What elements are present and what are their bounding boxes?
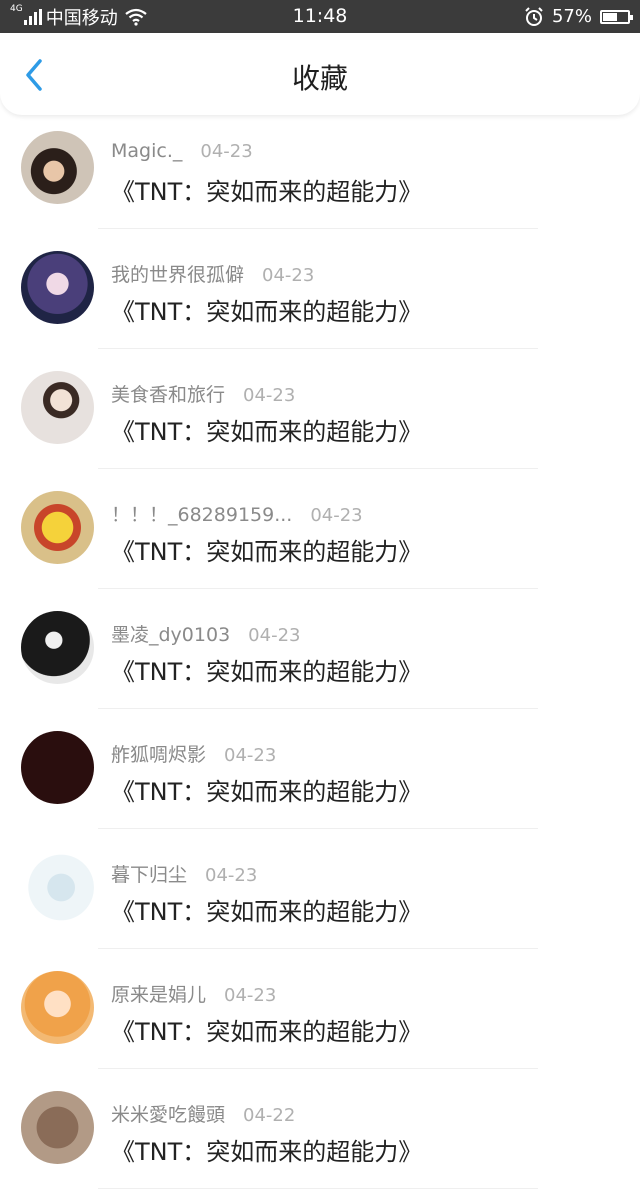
list-item[interactable]: 暮下归尘 04-23 《TNT：突如而来的超能力》 (0, 838, 640, 958)
user-name[interactable]: ！！！_68289159... (111, 504, 292, 526)
divider (98, 828, 538, 829)
item-date: 04-23 (262, 265, 315, 286)
movie-title[interactable]: 《TNT：突如而来的超能力》 (111, 1132, 422, 1167)
alarm-icon (525, 6, 543, 26)
movie-title[interactable]: 《TNT：突如而来的超能力》 (111, 532, 422, 567)
movie-title[interactable]: 《TNT：突如而来的超能力》 (111, 892, 422, 927)
divider (98, 1068, 538, 1069)
item-meta: ！！！_68289159... 04-23 (111, 500, 363, 527)
divider (98, 708, 538, 709)
list-item[interactable]: 舴狐啁烬影 04-23 《TNT：突如而来的超能力》 (0, 718, 640, 838)
item-date: 04-23 (205, 865, 258, 886)
list-item[interactable]: 原来是娟儿 04-23 《TNT：突如而来的超能力》 (0, 958, 640, 1078)
user-name[interactable]: 暮下归尘 (111, 864, 187, 886)
item-meta: 墨凌_dy0103 04-23 (111, 620, 300, 647)
movie-title[interactable]: 《TNT：突如而来的超能力》 (111, 772, 422, 807)
item-meta: 美食香和旅行 04-23 (111, 380, 295, 407)
item-meta: 原来是娟儿 04-23 (111, 980, 276, 1007)
battery-icon (600, 9, 633, 24)
divider (98, 948, 538, 949)
favorites-list: Magic._ 04-23 《TNT：突如而来的超能力》 我的世界很孤僻 04-23 《T… (0, 118, 640, 1198)
divider (98, 348, 538, 349)
battery-level (603, 12, 617, 21)
item-meta: 我的世界很孤僻 04-23 (111, 260, 314, 287)
user-name[interactable]: 我的世界很孤僻 (111, 264, 244, 286)
user-name[interactable]: 米米愛吃饅頭 (111, 1104, 225, 1126)
divider (98, 588, 538, 589)
status-right: 57% (516, 0, 633, 33)
item-meta: Magic._ 04-23 (111, 140, 253, 162)
user-name[interactable]: 舴狐啁烬影 (111, 744, 206, 766)
item-meta: 舴狐啁烬影 04-23 (111, 740, 276, 767)
avatar[interactable] (21, 971, 94, 1044)
item-meta: 暮下归尘 04-23 (111, 860, 257, 887)
list-item[interactable]: 墨凌_dy0103 04-23 《TNT：突如而来的超能力》 (0, 598, 640, 718)
avatar[interactable] (21, 251, 94, 324)
status-bar: 4G 中国移动 11:48 57% (0, 0, 640, 33)
avatar[interactable] (21, 1091, 94, 1164)
item-date: 04-23 (248, 625, 301, 646)
item-date: 04-23 (224, 745, 277, 766)
header: 收藏 (0, 33, 640, 115)
user-name[interactable]: 原来是娟儿 (111, 984, 206, 1006)
item-date: 04-22 (243, 1105, 296, 1126)
list-item[interactable]: ！！！_68289159... 04-23 《TNT：突如而来的超能力》 (0, 478, 640, 598)
list-item[interactable]: Magic._ 04-23 《TNT：突如而来的超能力》 (0, 118, 640, 238)
movie-title[interactable]: 《TNT：突如而来的超能力》 (111, 172, 422, 207)
avatar[interactable] (21, 371, 94, 444)
item-date: 04-23 (224, 985, 277, 1006)
movie-title[interactable]: 《TNT：突如而来的超能力》 (111, 1012, 422, 1047)
avatar[interactable] (21, 131, 94, 204)
user-name[interactable]: Magic._ (111, 140, 182, 162)
divider (98, 1188, 538, 1189)
divider (98, 468, 538, 469)
item-date: 04-23 (200, 141, 253, 162)
user-name[interactable]: 美食香和旅行 (111, 384, 225, 406)
avatar[interactable] (21, 611, 94, 684)
avatar[interactable] (21, 851, 94, 924)
avatar[interactable] (21, 731, 94, 804)
item-date: 04-23 (243, 385, 296, 406)
movie-title[interactable]: 《TNT：突如而来的超能力》 (111, 412, 422, 447)
list-item[interactable]: 我的世界很孤僻 04-23 《TNT：突如而来的超能力》 (0, 238, 640, 358)
list-item[interactable]: 米米愛吃饅頭 04-22 《TNT：突如而来的超能力》 (0, 1078, 640, 1198)
movie-title[interactable]: 《TNT：突如而来的超能力》 (111, 292, 422, 327)
avatar[interactable] (21, 491, 94, 564)
movie-title[interactable]: 《TNT：突如而来的超能力》 (111, 652, 422, 687)
battery-percent: 57% (551, 6, 592, 27)
list-item[interactable]: 美食香和旅行 04-23 《TNT：突如而来的超能力》 (0, 358, 640, 478)
item-meta: 米米愛吃饅頭 04-22 (111, 1100, 295, 1127)
page-title: 收藏 (291, 62, 348, 95)
user-name[interactable]: 墨凌_dy0103 (111, 624, 230, 646)
divider (98, 228, 538, 229)
item-date: 04-23 (310, 505, 363, 526)
